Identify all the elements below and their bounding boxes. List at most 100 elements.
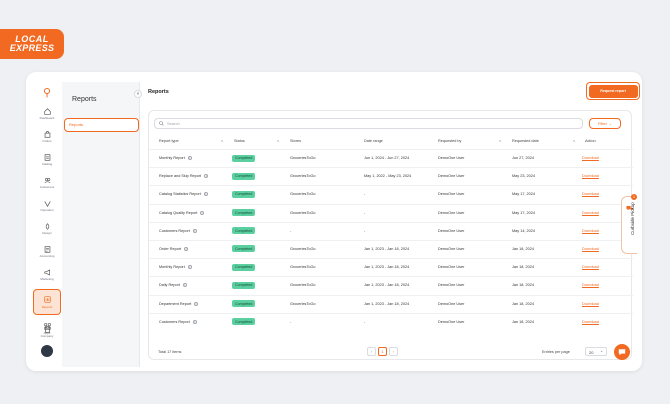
sidebar-item-company[interactable]: Company [35, 325, 59, 341]
download-link[interactable]: Download [582, 265, 599, 269]
table-footer: Total 17 items ‹ 1 › Entries per page 20… [149, 347, 633, 357]
table-row: Customers Report i Completed - - DemoOne … [149, 221, 633, 240]
sidebar-item-orders[interactable]: Orders [35, 130, 59, 146]
requested-by-cell: DemoOne User [438, 228, 465, 233]
filter-label: Filter [598, 121, 607, 126]
chat-icon [618, 343, 626, 361]
column-header-status[interactable]: Status [234, 139, 245, 143]
prev-page-icon[interactable]: ‹ [367, 347, 376, 356]
entries-per-page-label: Entries per page [542, 350, 570, 354]
table-row: Monthly Report i Completed GroceriesToGo … [149, 258, 633, 276]
status-badge: Completed [232, 245, 256, 253]
chevron-down-icon: ⌄ [608, 121, 612, 126]
main-sidebar: ⚲ Dashboard Orders Catalog Customers Ope… [33, 82, 61, 367]
report-type: Monthly Report [159, 156, 185, 160]
requested-date-cell: Jun 27, 2024 [512, 156, 534, 160]
table-row: Department Report i Completed GroceriesTo… [149, 294, 633, 313]
download-link[interactable]: Download [582, 174, 599, 178]
info-icon[interactable]: i [200, 210, 205, 215]
info-icon[interactable]: i [204, 174, 209, 179]
download-link[interactable]: Download [582, 192, 599, 196]
search-input[interactable]: Search [154, 118, 583, 129]
stores-cell: GroceriesToGo [290, 283, 316, 288]
status-badge: Completed [232, 263, 256, 271]
sort-icon[interactable]: ⇅ [221, 139, 224, 143]
design-icon [43, 222, 51, 230]
report-type: Daily Report [159, 283, 180, 288]
info-icon[interactable]: i [203, 192, 208, 197]
info-icon[interactable]: i [192, 319, 197, 324]
info-icon[interactable]: i [187, 156, 192, 160]
stores-cell: GroceriesToGo [290, 301, 316, 306]
entries-per-page-value: 20 [589, 350, 594, 355]
curbside-pickup-tab[interactable]: 1 ⛟ Curbside Pickup [621, 194, 637, 254]
column-header-date-range[interactable]: Date range [364, 139, 383, 143]
column-header-report-type[interactable]: Report type [159, 139, 179, 143]
status-badge: Completed [232, 209, 256, 217]
collapse-sidebar-icon[interactable]: « [134, 90, 142, 98]
info-icon[interactable]: i [187, 265, 192, 270]
sort-icon[interactable]: ⇅ [573, 139, 576, 143]
date-range-cell: May 1, 2022 - May 23, 2024 [364, 174, 412, 179]
download-link[interactable]: Download [582, 156, 599, 160]
requested-by-cell: DemoOne User [438, 283, 465, 288]
download-link[interactable]: Download [582, 247, 599, 251]
requested-date-cell: Jan 18, 2024 [512, 319, 534, 324]
chat-button[interactable] [614, 344, 630, 360]
status-badge: Completed [232, 300, 256, 307]
next-page-icon[interactable]: › [389, 347, 398, 356]
info-icon[interactable]: i [192, 228, 197, 233]
info-icon[interactable]: i [194, 301, 199, 306]
download-link[interactable]: Download [582, 229, 599, 233]
column-header-requested-by[interactable]: Requested by [438, 139, 461, 143]
sort-icon[interactable]: ⇅ [499, 139, 502, 143]
requested-by-cell: DemoOne User [438, 156, 465, 160]
subpanel-item-reports[interactable]: Reports [64, 118, 139, 132]
column-header-requested-date[interactable]: Requested date [512, 139, 539, 143]
page-number[interactable]: 1 [378, 347, 387, 356]
bag-icon [43, 130, 51, 138]
sidebar-item-reports[interactable]: Reports [33, 289, 61, 315]
notification-badge: 1 [631, 194, 637, 200]
reports-icon [43, 296, 51, 304]
app-brand-icon: ⚲ [42, 87, 52, 99]
user-avatar[interactable] [41, 345, 53, 357]
date-range-cell: Jan 1, 2023 - Jan 18, 2024 [364, 301, 410, 306]
download-link[interactable]: Download [582, 302, 599, 306]
request-report-button[interactable]: Request report [588, 84, 638, 98]
requested-by-cell: DemoOne User [438, 265, 465, 270]
date-range-cell: Jan 1, 2023 - Jan 18, 2024 [364, 283, 410, 288]
requested-by-cell: DemoOne User [438, 210, 465, 215]
date-range-cell: - [364, 319, 366, 324]
table-row: Monthly Report i Completed GroceriesToGo … [149, 149, 633, 167]
sidebar-item-dashboard[interactable]: Dashboard [35, 107, 59, 123]
download-link[interactable]: Download [582, 320, 599, 324]
status-badge: Completed [232, 190, 256, 198]
table-row: Order Report i Completed GroceriesToGo Ja… [149, 239, 633, 258]
sidebar-item-design[interactable]: Design [35, 222, 59, 238]
date-range-cell: Jan 1, 2023 - Jan 18, 2024 [364, 246, 410, 251]
sidebar-item-marketing[interactable]: Marketing [35, 268, 59, 284]
sort-icon[interactable]: ⇅ [277, 139, 280, 143]
download-link[interactable]: Download [582, 211, 599, 215]
sidebar-item-operation[interactable]: Operation [35, 199, 59, 215]
sidebar-item-customers[interactable]: Customers [35, 176, 59, 192]
total-items: Total 17 items [158, 350, 182, 354]
search-placeholder: Search [167, 121, 180, 126]
filter-button[interactable]: Filter ⌄ [589, 118, 621, 129]
info-icon[interactable]: i [182, 283, 187, 288]
entries-per-page-select[interactable]: 20 ⌄ [585, 347, 607, 356]
requested-date-cell: May 14, 2024 [512, 228, 536, 233]
column-header-stores[interactable]: Stores [290, 139, 301, 143]
report-type: Catalog Statistics Report [159, 192, 201, 197]
table-row: Replace and Skip Report i Completed Groce… [149, 167, 633, 185]
sidebar-item-accounting[interactable]: Accounting [35, 245, 59, 261]
sidebar-item-catalog[interactable]: Catalog [35, 153, 59, 169]
home-icon [43, 107, 51, 115]
curbside-pickup-label: Curbside Pickup [630, 202, 635, 235]
download-link[interactable]: Download [582, 283, 599, 287]
main-content: Reports Request report Search Filter ⌄ R… [142, 82, 642, 367]
table-row: Customers Report i Completed - - DemoOne … [149, 312, 633, 331]
info-icon[interactable]: i [184, 246, 189, 251]
report-type: Order Report [159, 246, 182, 251]
